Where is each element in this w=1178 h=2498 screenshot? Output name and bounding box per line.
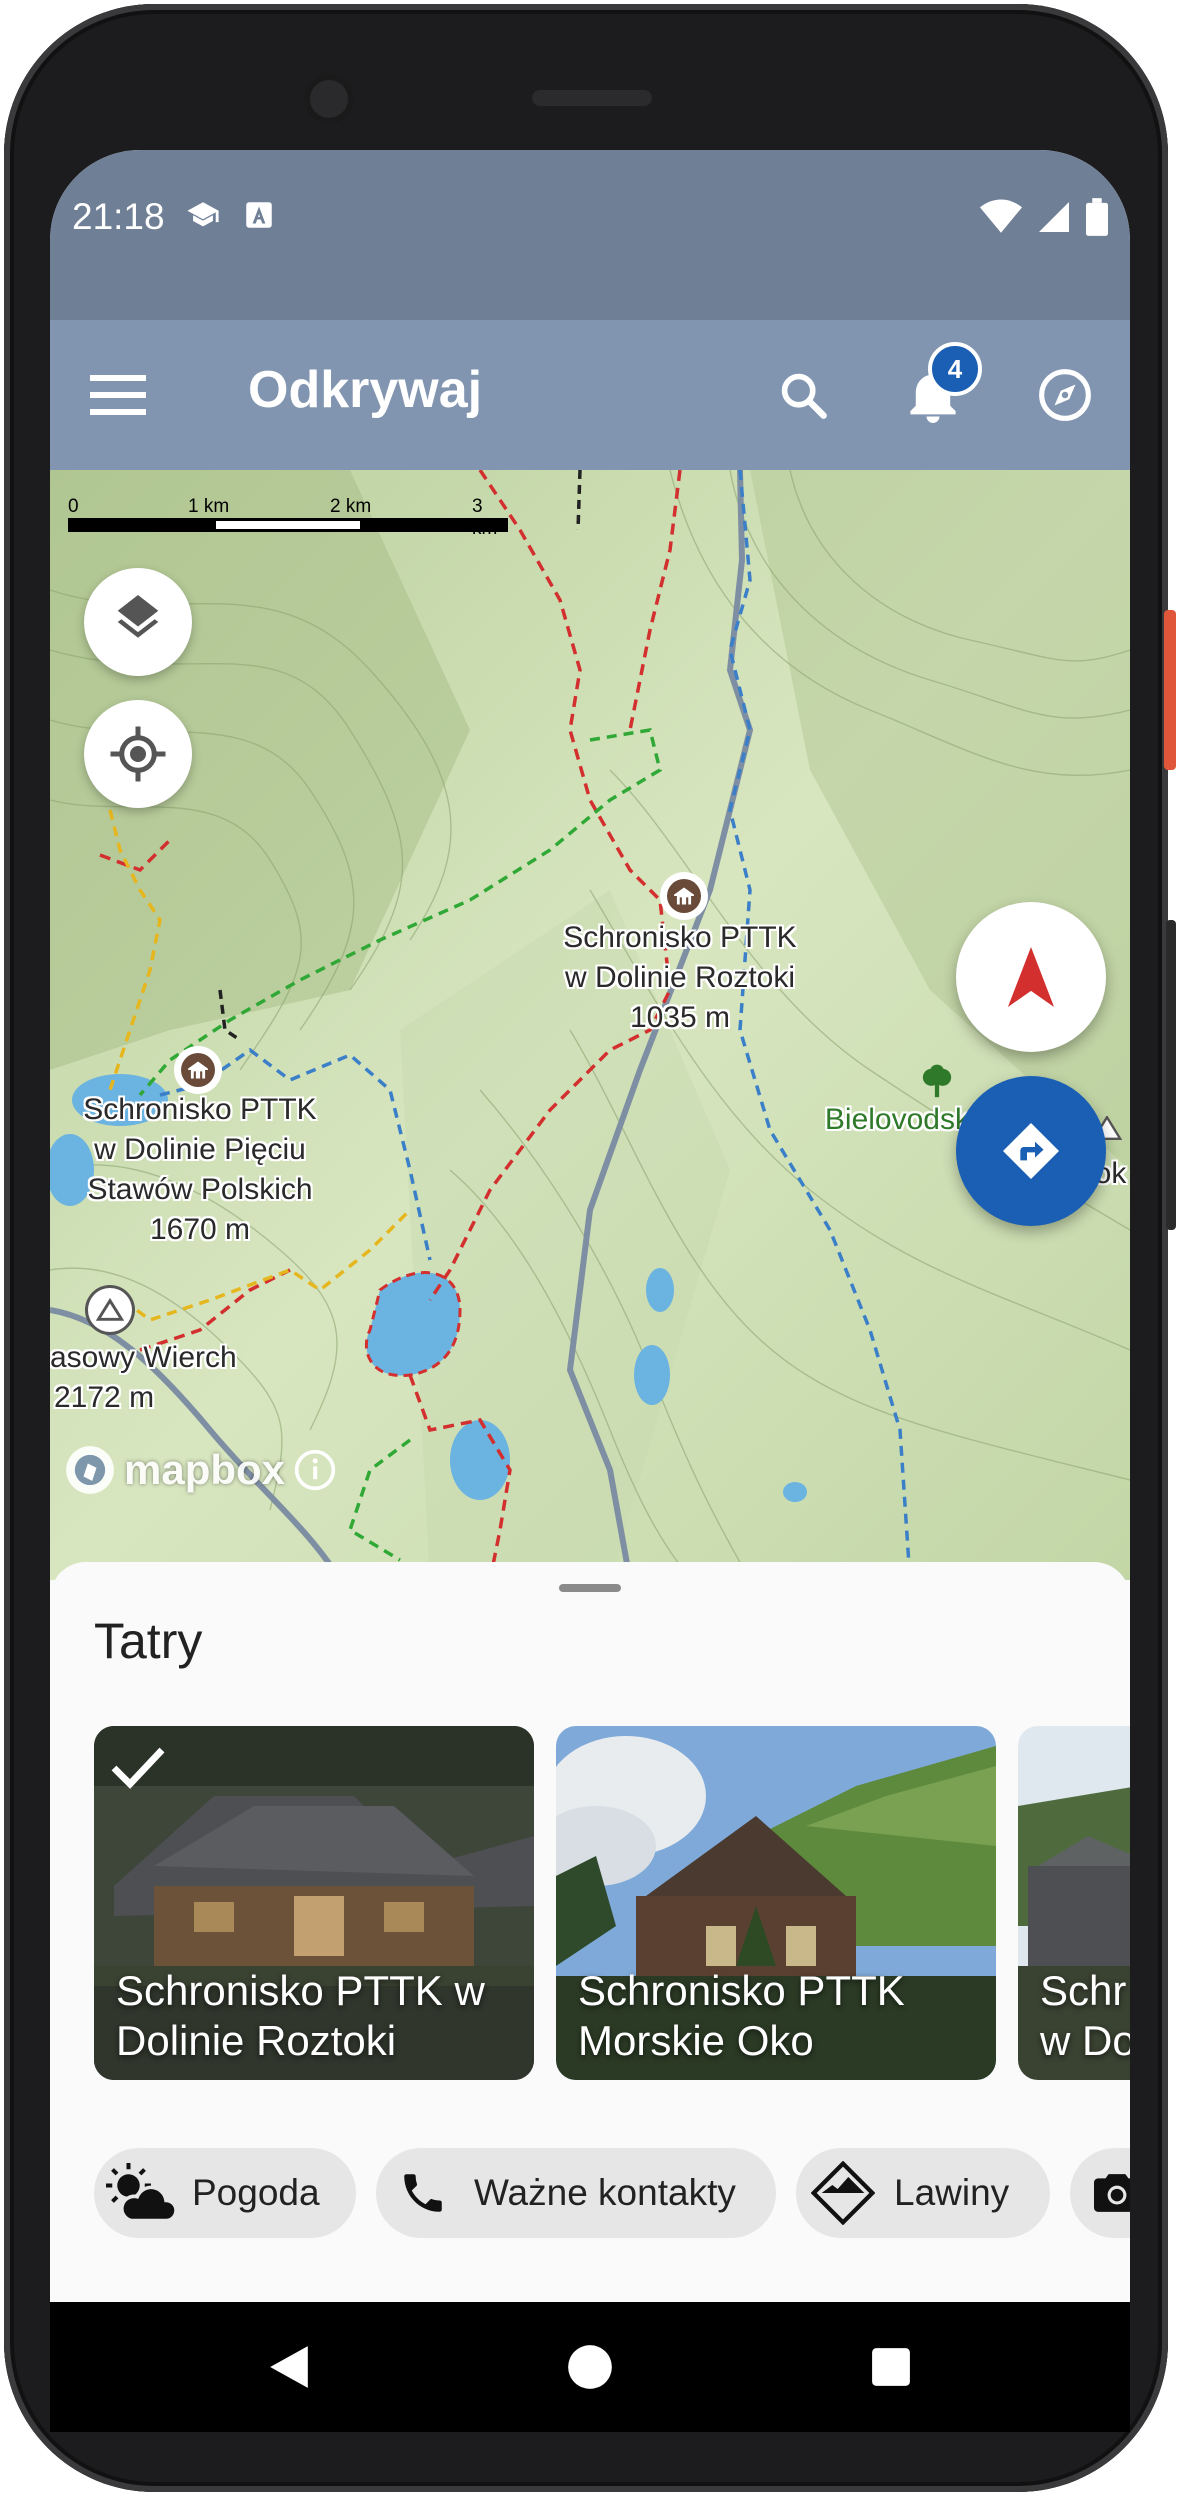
places-carousel[interactable]: Schronisko PTTK w Dolinie Roztoki Schron… xyxy=(94,1726,1130,2080)
screen: 21:18 Odkrywaj 4 0 1 km 2 km 3 Schronisk… xyxy=(50,150,1130,2432)
front-camera xyxy=(304,74,354,124)
my-location-icon xyxy=(110,726,166,782)
place-card-label: Schronisko PTTK w Dolinie Roztoki xyxy=(116,1967,485,2064)
weather-partly-cloudy-icon xyxy=(106,2163,176,2223)
back-triangle-icon xyxy=(270,2346,308,2388)
chip-contacts-label: Ważne kontakty xyxy=(474,2172,736,2213)
avalanche-icon xyxy=(811,2161,875,2225)
phone-frame: 21:18 Odkrywaj 4 0 1 km 2 km 3 Schronisk… xyxy=(4,4,1168,2492)
sheet-drag-handle[interactable] xyxy=(559,1584,621,1592)
status-bar: 21:18 xyxy=(50,150,1130,320)
battery-icon xyxy=(1086,198,1108,236)
label-schronisko-pieciu-stawow: Schronisko PTTK w Dolinie Pięciu Stawów … xyxy=(83,1093,317,1246)
page-title: Odkrywaj xyxy=(248,361,483,419)
chip-weather[interactable]: Pogoda xyxy=(94,2148,356,2238)
scale-label-0: 0 xyxy=(68,496,79,517)
chip-camera[interactable] xyxy=(1070,2148,1130,2238)
place-card-roztoki[interactable]: Schronisko PTTK w Dolinie Roztoki xyxy=(94,1726,534,2080)
chip-avalanche[interactable]: Lawiny xyxy=(796,2148,1050,2238)
label-wierch: asowy Wierch 2172 m xyxy=(50,1341,237,1414)
layers-button[interactable] xyxy=(84,568,192,676)
scale-label-1km: 1 km xyxy=(188,496,230,517)
notifications-button[interactable]: 4 xyxy=(898,342,982,430)
place-card-label: Schr w Do xyxy=(1040,1967,1130,2064)
locate-me-button[interactable] xyxy=(84,700,192,808)
volume-rocker xyxy=(1166,920,1176,1230)
place-card-third[interactable]: Schr w Do xyxy=(1018,1726,1130,2080)
compass-button[interactable] xyxy=(1030,360,1100,430)
cellular-signal-icon xyxy=(1039,202,1069,232)
label-schronisko-roztoki: Schronisko PTTK w Dolinie Roztoki 1035 m xyxy=(563,921,797,1034)
menu-icon[interactable] xyxy=(90,370,146,420)
wifi-icon xyxy=(980,199,1022,233)
directions-button[interactable] xyxy=(956,1076,1106,1226)
notification-badge: 4 xyxy=(928,342,982,396)
recents-button[interactable] xyxy=(856,2332,926,2402)
map-view[interactable]: 0 1 km 2 km 3 km xyxy=(50,470,1130,1580)
phone-icon xyxy=(404,2174,442,2212)
chip-contacts[interactable]: Ważne kontakty xyxy=(376,2148,776,2238)
chip-avalanche-label: Lawiny xyxy=(894,2172,1010,2213)
layers-icon xyxy=(117,595,159,638)
place-card-label: Schronisko PTTK Morskie Oko xyxy=(578,1967,905,2064)
back-button[interactable] xyxy=(254,2332,324,2402)
peak-marker-icon[interactable] xyxy=(88,1288,132,1332)
camera-icon xyxy=(1094,2174,1130,2212)
chip-weather-label: Pogoda xyxy=(192,2172,320,2213)
home-button[interactable] xyxy=(555,2332,625,2402)
sheet-title: Tatry xyxy=(94,1613,203,1669)
directions-icon xyxy=(1003,1123,1059,1179)
shelter-roztoki-icon[interactable] xyxy=(662,874,706,918)
text-a-icon xyxy=(246,202,272,228)
scale-bar: 0 1 km 2 km 3 km xyxy=(68,496,508,539)
compass-icon xyxy=(1039,369,1091,421)
scale-label-2km: 2 km xyxy=(330,496,372,517)
bottom-sheet: Tatry Schronisko PTTK w Dolinie Roztoki … xyxy=(50,1562,1130,2302)
earpiece-speaker xyxy=(532,90,652,106)
recents-square-icon xyxy=(872,2348,910,2386)
mapbox-attribution[interactable]: mapbox xyxy=(64,1444,337,1496)
home-circle-icon xyxy=(568,2345,612,2389)
place-card-morskie-oko[interactable]: Schronisko PTTK Morskie Oko xyxy=(556,1726,996,2080)
system-nav-bar xyxy=(50,2302,1130,2432)
north-button[interactable] xyxy=(956,902,1106,1052)
search-button[interactable] xyxy=(768,360,838,430)
school-icon xyxy=(187,202,219,227)
app-bar: Odkrywaj 4 xyxy=(50,320,1130,470)
status-right-icons xyxy=(980,198,1108,236)
scale-bar-segments xyxy=(68,518,508,532)
navigation-arrow-icon xyxy=(1007,947,1055,1007)
mapbox-wordmark: mapbox xyxy=(124,1446,286,1493)
shelter-pieciu-stawow-icon[interactable] xyxy=(176,1048,220,1092)
quick-actions[interactable]: Pogoda Ważne kontakty Lawiny xyxy=(94,2148,1130,2240)
mapbox-logo-icon xyxy=(66,1446,114,1494)
search-icon xyxy=(781,373,827,419)
status-time: 21:18 xyxy=(72,196,165,237)
info-icon[interactable] xyxy=(293,1448,337,1492)
check-icon xyxy=(111,1747,165,1789)
tree-icon xyxy=(922,1064,952,1098)
power-button xyxy=(1164,610,1176,770)
